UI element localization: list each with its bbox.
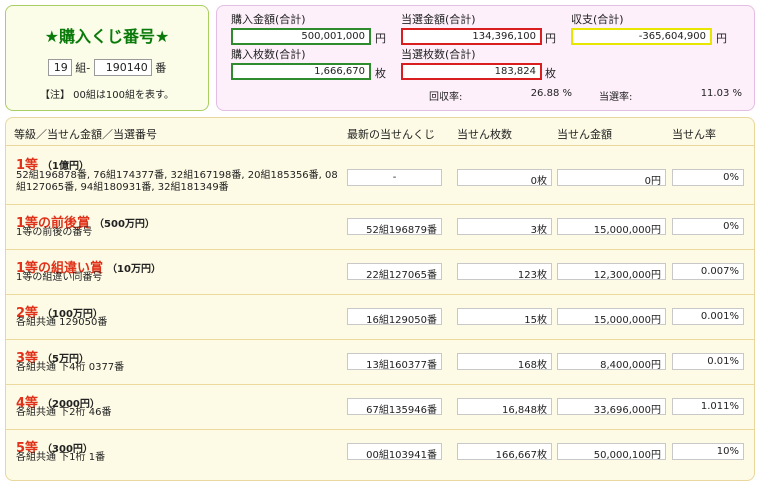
table-row: 1等の前後賞 （500万円） 1等の前後の番号 52組196879番 3枚 15,000,… (6, 205, 754, 250)
prize-description: 1等の組違い同番号 (16, 272, 102, 284)
winning-rate: 0.01% (672, 353, 744, 370)
winning-count: 3枚 (457, 218, 552, 236)
header-count: 当せん枚数 (457, 128, 512, 141)
ticket-number-panel: ★購入くじ番号★ 19 組- 190140 番 【注】 00組は100組を表す。 (5, 5, 209, 111)
prize-table: 等級／当せん金額／当選番号 最新の当せんくじ 当せん枚数 当せん金額 当せん率 … (5, 117, 755, 481)
win-rate-label: 当選率: (599, 92, 633, 103)
winning-rate: 10% (672, 443, 744, 460)
balance-field: -365,604,900 (571, 28, 712, 45)
purchase-count-field: 1,666,670 (231, 63, 371, 80)
winning-count: 15枚 (457, 308, 552, 326)
win-rate-value: 11.03 % (700, 88, 742, 99)
prize-amount-label: （500万円） (94, 219, 155, 230)
winning-amount: 8,400,000円 (557, 353, 666, 371)
winning-count: 123枚 (457, 263, 552, 281)
purchase-amount-label: 購入金額(合計) (231, 13, 306, 26)
ticket-note: 【注】 00組は100組を表す。 (40, 90, 174, 101)
table-row: 4等 （2000円） 各組共通 下2桁 46番 67組135946番 16,848枚 33… (6, 385, 754, 430)
prize-description: 1等の前後の番号 (16, 227, 92, 239)
winning-rate: 0% (672, 169, 744, 186)
purchase-count-label: 購入枚数(合計) (231, 48, 306, 61)
latest-winning-ticket: 00組103941番 (347, 443, 442, 461)
latest-winning-ticket: 52組196879番 (347, 218, 442, 236)
win-amount-field: 134,396,100 (401, 28, 542, 45)
winning-rate: 0.007% (672, 263, 744, 280)
prize-description: 各組共通 下1桁 1番 (16, 452, 105, 464)
winning-amount: 15,000,000円 (557, 308, 666, 326)
ticket-number-row: 19 組- 190140 番 (6, 59, 208, 76)
win-count-field: 183,824 (401, 63, 542, 80)
purchase-amount-field: 500,001,000 (231, 28, 371, 45)
purchase-count-unit: 枚 (375, 67, 386, 80)
winning-amount: 50,000,100円 (557, 443, 666, 461)
balance-label: 収支(合計) (571, 13, 624, 26)
winning-amount: 0円 (557, 169, 666, 187)
prize-description: 各組共通 下4桁 0377番 (16, 362, 124, 374)
prize-description: 52組196878番, 76組174377番, 32組167198番, 20組1… (16, 170, 338, 194)
win-amount-label: 当選金額(合計) (401, 13, 476, 26)
win-count-label: 当選枚数(合計) (401, 48, 476, 61)
header-grade: 等級／当せん金額／当選番号 (14, 128, 157, 141)
table-row: 1等 （1億円） 52組196878番, 76組174377番, 32組167198… (6, 147, 754, 205)
totals-panel: 購入金額(合計) 500,001,000 円 当選金額(合計) 134,396,… (216, 5, 755, 111)
prize-description-line: 各組共通 下4桁 0377番 (16, 362, 125, 373)
prize-description-line: 1等の組違い同番号 (16, 272, 103, 283)
purchase-amount-unit: 円 (375, 32, 386, 45)
winning-amount: 33,696,000円 (557, 398, 666, 416)
prize-description-line: 1等の前後の番号 (16, 227, 93, 238)
table-row: 1等の組違い賞 （10万円） 1等の組違い同番号 22組127065番 123枚 12,3… (6, 250, 754, 295)
kumi-input[interactable]: 19 (47, 59, 72, 76)
header-amount: 当せん金額 (557, 128, 612, 141)
winning-count: 166,667枚 (457, 443, 552, 461)
winning-rate: 0.001% (672, 308, 744, 325)
winning-count: 16,848枚 (457, 398, 552, 416)
recovery-rate-value: 26.88 % (530, 88, 572, 99)
prize-description: 各組共通 129050番 (16, 317, 107, 329)
winning-amount: 12,300,000円 (557, 263, 666, 281)
latest-winning-ticket: 67組135946番 (347, 398, 442, 416)
ban-suffix: 番 (155, 61, 167, 75)
balance-unit: 円 (716, 32, 727, 45)
prize-amount-label: （10万円） (107, 264, 161, 275)
recovery-rate-label: 回収率: (429, 92, 463, 103)
table-row: 5等 （300円） 各組共通 下1桁 1番 00組103941番 166,667枚 50,… (6, 430, 754, 475)
latest-winning-ticket: 16組129050番 (347, 308, 442, 326)
winning-count: 168枚 (457, 353, 552, 371)
win-count-unit: 枚 (545, 67, 556, 80)
winning-amount: 15,000,000円 (557, 218, 666, 236)
number-input[interactable]: 190140 (93, 59, 152, 76)
prize-description-line: 各組共通 下2桁 46番 (16, 407, 112, 418)
prize-description: 各組共通 下2桁 46番 (16, 407, 111, 419)
header-latest: 最新の当せんくじ (347, 128, 435, 141)
prize-description-line: 52組196878番, 76組174377番, 32組167198番, 20組1… (16, 170, 338, 181)
prize-description-line: 組127065番, 94組180931番, 32組181349番 (16, 182, 229, 193)
prize-description-line: 各組共通 下1桁 1番 (16, 452, 106, 463)
ticket-title: ★購入くじ番号★ (44, 27, 170, 46)
winning-rate: 0% (672, 218, 744, 235)
winning-count: 0枚 (457, 169, 552, 187)
win-amount-unit: 円 (545, 32, 556, 45)
table-row: 2等 （100万円） 各組共通 129050番 16組129050番 15枚 15,000… (6, 295, 754, 340)
latest-winning-ticket: - (347, 169, 442, 186)
latest-winning-ticket: 13組160377番 (347, 353, 442, 371)
latest-winning-ticket: 22組127065番 (347, 263, 442, 281)
table-row: 3等 （5万円） 各組共通 下4桁 0377番 13組160377番 168枚 8,400… (6, 340, 754, 385)
winning-rate: 1.011% (672, 398, 744, 415)
kumi-suffix: 組- (75, 61, 91, 75)
prize-table-header: 等級／当せん金額／当選番号 最新の当せんくじ 当せん枚数 当せん金額 当せん率 (6, 118, 754, 146)
prize-description-line: 各組共通 129050番 (16, 317, 108, 328)
header-rate: 当せん率 (672, 128, 716, 141)
